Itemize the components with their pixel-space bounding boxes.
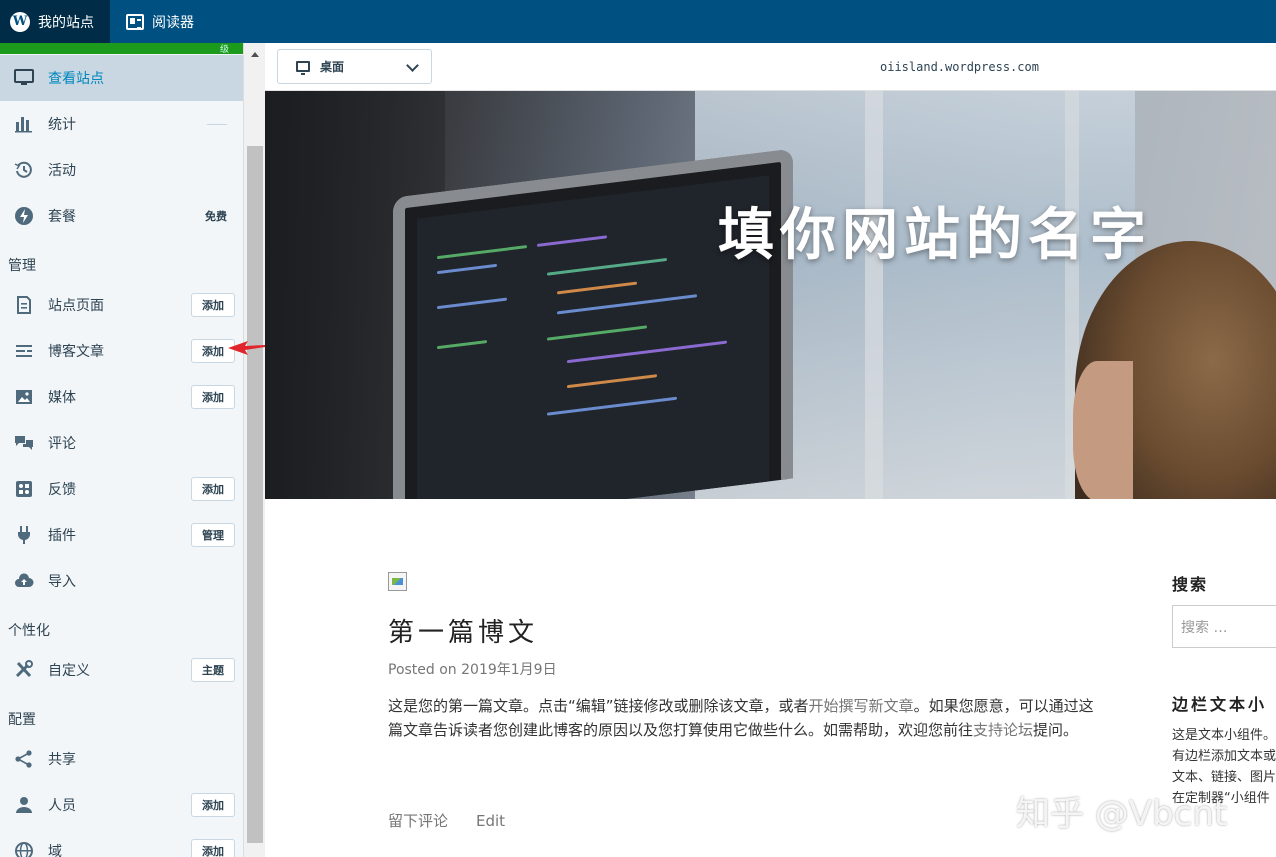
plan-icon [13, 205, 35, 227]
sidebar-item-pages[interactable]: 站点页面 添加 [0, 282, 243, 328]
wordpress-logo-icon: W [10, 11, 30, 32]
master-bar: W 我的站点 阅读器 [0, 0, 1276, 43]
device-label: 桌面 [320, 60, 345, 74]
new-post-link[interactable]: 开始撰写新文章 [809, 697, 914, 715]
sidebar-item-label: 反馈 [48, 482, 76, 498]
section-header-manage: 管理 [8, 258, 36, 274]
add-page-button[interactable]: 添加 [191, 293, 235, 317]
plugin-icon [13, 524, 35, 546]
sidebar-item-label: 评论 [48, 436, 76, 452]
reader-button[interactable]: 阅读器 [110, 0, 210, 43]
sidebar-item-activity[interactable]: 活动 [0, 147, 243, 193]
search-input[interactable]: 搜索 … [1172, 605, 1276, 648]
hero-screen [417, 175, 769, 499]
sidebar-item-stats[interactable]: 统计 [0, 101, 243, 147]
sidebar-item-domains[interactable]: 域 添加 [0, 828, 243, 857]
sidebar: 级 查看站点 统计 活动 套餐 免费 管理 站点页面 添加 博客文章 添加 媒体… [0, 43, 243, 857]
sidebar-item-label: 自定义 [48, 663, 90, 679]
post-footer: 留下评论 Edit [388, 810, 505, 831]
themes-button[interactable]: 主题 [191, 658, 235, 682]
sidebar-item-label: 插件 [48, 528, 76, 544]
tools-icon [13, 659, 35, 681]
post-body-text: 提问。 [1033, 721, 1079, 739]
sidebar-item-comments[interactable]: 评论 [0, 420, 243, 466]
reader-icon [126, 13, 144, 30]
sidebar-item-people[interactable]: 人员 添加 [0, 782, 243, 828]
plan-badge: 免费 [205, 210, 227, 223]
chevron-down-icon [406, 59, 419, 72]
sidebar-item-label: 媒体 [48, 390, 76, 406]
cloud-upload-icon [13, 570, 35, 592]
history-icon [13, 159, 35, 181]
sidebar-item-feedback[interactable]: 反馈 添加 [0, 466, 243, 512]
site-title[interactable]: 填你网站的名字 [718, 190, 1152, 271]
post-body: 这是您的第一篇文章。点击“编辑”链接修改或删除该文章，或者开始撰写新文章。如果您… [388, 694, 1098, 742]
hero-window-frame [865, 91, 883, 499]
post-meta: Posted on 2019年1月9日 [388, 659, 557, 679]
desktop-icon [296, 61, 310, 75]
sidebar-item-posts[interactable]: 博客文章 添加 [0, 328, 243, 374]
sidebar-item-media[interactable]: 媒体 添加 [0, 374, 243, 420]
edit-link[interactable]: Edit [476, 812, 505, 830]
sidebar-item-label: 统计 [48, 117, 76, 133]
add-people-button[interactable]: 添加 [191, 793, 235, 817]
add-feedback-button[interactable]: 添加 [191, 477, 235, 501]
section-header-configure: 配置 [8, 712, 36, 728]
post-title[interactable]: 第一篇博文 [388, 612, 538, 649]
globe-icon [13, 840, 35, 857]
user-icon [13, 794, 35, 816]
sidebar-item-label: 套餐 [48, 209, 76, 225]
sidebar-item-label: 活动 [48, 163, 76, 179]
preview-toolbar: 桌面 oiisland.wordpress.com [265, 43, 1276, 91]
sidebar-item-label: 人员 [48, 798, 76, 814]
hero-person-face [1073, 361, 1133, 499]
checklist-progress-bar[interactable]: 级 [0, 43, 243, 55]
my-site-label: 我的站点 [38, 14, 94, 31]
sidebar-item-sharing[interactable]: 共享 [0, 736, 243, 782]
comments-icon [13, 432, 35, 454]
monitor-icon [13, 67, 35, 89]
section-header-personalize: 个性化 [8, 623, 50, 639]
leave-comment-link[interactable]: 留下评论 [388, 812, 448, 830]
sidebar-item-import[interactable]: 导入 [0, 558, 243, 604]
sidebar-item-view-site[interactable]: 查看站点 [0, 55, 243, 101]
my-site-button[interactable]: W 我的站点 [0, 0, 110, 43]
feedback-icon [13, 478, 35, 500]
reader-label: 阅读器 [152, 14, 194, 31]
support-forum-link[interactable]: 支持论坛 [973, 721, 1033, 739]
sidebar-item-label: 博客文章 [48, 344, 104, 360]
search-widget-title: 搜索 [1172, 575, 1209, 594]
stats-sparkline [207, 123, 227, 125]
site-url: oiisland.wordpress.com [880, 60, 1039, 74]
add-media-button[interactable]: 添加 [191, 385, 235, 409]
share-icon [13, 748, 35, 770]
sidebar-item-label: 站点页面 [48, 298, 104, 314]
sidebar-item-label: 导入 [48, 574, 76, 590]
bar-chart-icon [13, 113, 35, 135]
sidebar-item-label: 查看站点 [48, 71, 104, 87]
image-icon [13, 386, 35, 408]
broken-image-icon [388, 572, 407, 591]
sidebar-item-label: 域 [48, 844, 62, 857]
sidebar-item-plan[interactable]: 套餐 免费 [0, 193, 243, 239]
device-selector[interactable]: 桌面 [277, 49, 432, 84]
scroll-thumb[interactable] [247, 146, 263, 843]
sidebar-item-plugins[interactable]: 插件 管理 [0, 512, 243, 558]
post-body-text: 这是您的第一篇文章。点击“编辑”链接修改或删除该文章，或者 [388, 697, 809, 715]
posts-icon [13, 340, 35, 362]
sidebar-item-label: 共享 [48, 752, 76, 768]
text-widget-title: 边栏文本小 [1172, 695, 1268, 714]
posted-on-label: Posted on [388, 662, 462, 678]
scroll-up-arrow-icon[interactable] [251, 52, 259, 57]
manage-plugins-button[interactable]: 管理 [191, 523, 235, 547]
post-date-link[interactable]: 2019年1月9日 [461, 662, 556, 678]
add-domain-button[interactable]: 添加 [191, 839, 235, 857]
sidebar-scrollbar[interactable] [243, 43, 265, 857]
sidebar-item-customize[interactable]: 自定义 主题 [0, 647, 243, 693]
header-image [265, 91, 1276, 499]
watermark: 知乎 @Vbcnt [1016, 794, 1228, 834]
progress-label: 级 [219, 45, 229, 55]
pages-icon [13, 294, 35, 316]
